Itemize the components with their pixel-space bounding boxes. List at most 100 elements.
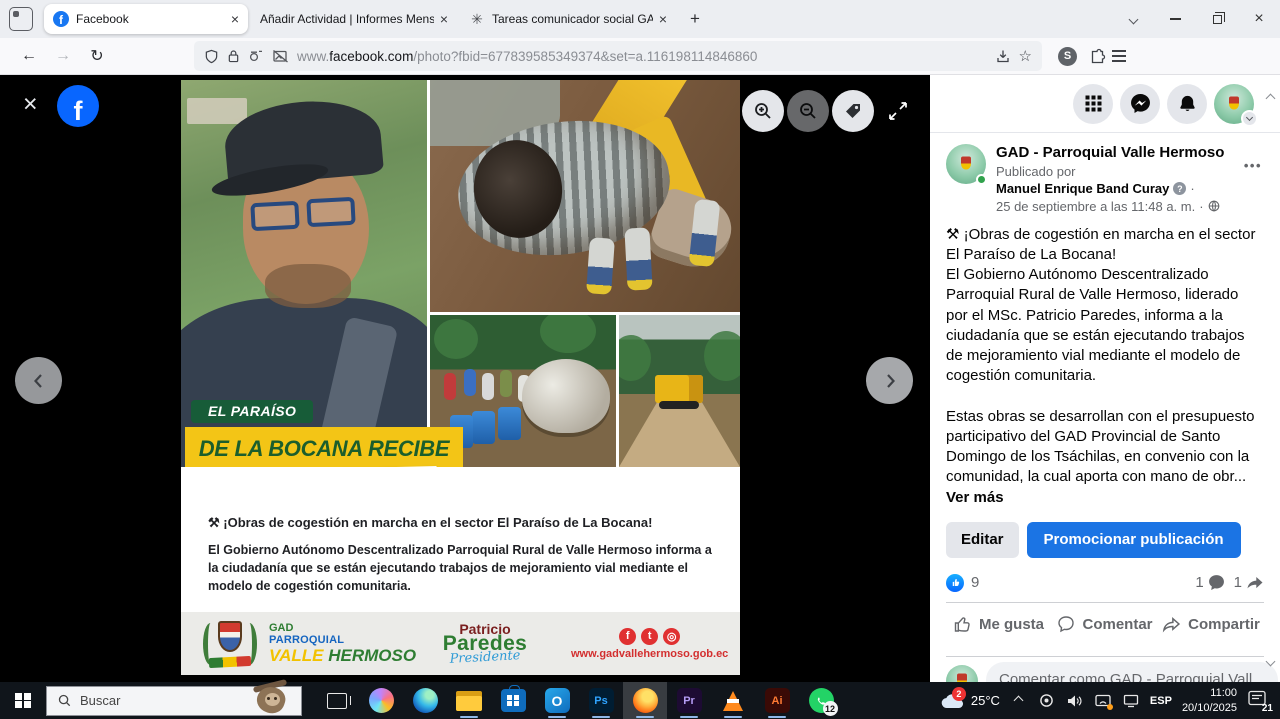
- task-view-button[interactable]: [315, 682, 359, 719]
- scroll-down-icon[interactable]: [1267, 652, 1274, 670]
- gad-crest-logo: [201, 618, 259, 670]
- like-button[interactable]: Me gusta: [946, 615, 1052, 633]
- cast-active-dot: [1107, 704, 1113, 710]
- edge-button[interactable]: [403, 682, 447, 719]
- minimize-button[interactable]: [1154, 0, 1196, 38]
- extensions-puzzle-icon[interactable]: [1089, 48, 1106, 65]
- reload-icon[interactable]: ↻: [80, 41, 114, 71]
- whatsapp-button[interactable]: 12: [799, 682, 843, 719]
- comment-button[interactable]: Comentar: [1052, 615, 1158, 633]
- weather-alert-badge: 2: [952, 687, 966, 701]
- photo-footer: GAD PARROQUIAL VALLE HERMOSO Patricio Pa…: [181, 612, 740, 675]
- tag-photo-button[interactable]: [832, 90, 874, 132]
- close-viewer-icon[interactable]: ×: [23, 92, 38, 117]
- language-indicator[interactable]: ESP: [1150, 695, 1172, 707]
- apps-grid-icon[interactable]: [1073, 84, 1113, 124]
- tab-title: Tareas comunicador social GAD: [492, 12, 653, 26]
- profile-avatar[interactable]: [1214, 84, 1254, 124]
- search-highlight-sloth-image[interactable]: [249, 681, 293, 717]
- tab-close-icon[interactable]: ×: [440, 12, 448, 26]
- cast-icon[interactable]: [1094, 692, 1112, 710]
- url-text: www.facebook.com/photo?fbid=677839585349…: [297, 49, 987, 64]
- speaker-icon[interactable]: [1066, 692, 1084, 710]
- reactions-row: 9 1 1: [946, 574, 1264, 592]
- facebook-logo[interactable]: f: [57, 85, 99, 127]
- chevron-down-icon: [1241, 110, 1258, 127]
- weather-widget[interactable]: 2 25°C: [940, 693, 1000, 709]
- published-by-label: Publicado por: [996, 164, 1224, 179]
- notifications-bell-icon[interactable]: [1167, 84, 1207, 124]
- share-button[interactable]: Compartir: [1158, 616, 1264, 633]
- facebook-icon: f: [619, 628, 636, 645]
- share-count-icon: [1246, 575, 1264, 591]
- outlook-button[interactable]: O: [535, 682, 579, 719]
- copilot-button[interactable]: [359, 682, 403, 719]
- firefox-view-icon[interactable]: [9, 7, 33, 31]
- close-window-button[interactable]: ×: [1238, 0, 1280, 38]
- post-timestamp[interactable]: 25 de septiembre a las 11:48 a. m.: [996, 199, 1195, 214]
- temperature: 25°C: [971, 693, 1000, 708]
- url-field[interactable]: www.facebook.com/photo?fbid=677839585349…: [194, 41, 1042, 71]
- like-count[interactable]: 9: [971, 574, 979, 591]
- bookmark-star-icon[interactable]: ☆: [1019, 47, 1032, 65]
- notification-center-button[interactable]: 21: [1247, 690, 1271, 712]
- new-tab-button[interactable]: +: [680, 4, 710, 34]
- tray-app-icon[interactable]: [1038, 692, 1056, 710]
- back-icon[interactable]: ←: [12, 41, 46, 71]
- president-signature: Patricio Paredes Presidente: [433, 622, 537, 666]
- firefox-button[interactable]: [623, 682, 667, 719]
- edit-button[interactable]: Editar: [946, 522, 1019, 558]
- author-name[interactable]: Manuel Enrique Band Curay: [996, 181, 1169, 196]
- shield-icon[interactable]: [204, 49, 219, 64]
- tray-chevron-up-icon[interactable]: [1010, 692, 1028, 710]
- photo-headline-banner: DE LA BOCANA RECIBE: [185, 427, 463, 470]
- post-header: GAD - Parroquial Valle Hermoso Publicado…: [946, 144, 1264, 214]
- start-button[interactable]: [0, 682, 46, 719]
- tab-close-icon[interactable]: ×: [231, 12, 239, 26]
- page-avatar[interactable]: [946, 144, 986, 184]
- taskbar-search-box[interactable]: Buscar: [46, 686, 302, 716]
- photo-caption-title: ⚒ ¡Obras de cogestión en marcha en el se…: [208, 515, 713, 531]
- post-menu-icon[interactable]: •••: [1244, 158, 1262, 173]
- zoom-in-button[interactable]: [742, 90, 784, 132]
- premiere-button[interactable]: Pr: [667, 682, 711, 719]
- promote-button[interactable]: Promocionar publicación: [1027, 522, 1241, 558]
- permissions-icon[interactable]: [248, 49, 264, 63]
- illustrator-button[interactable]: Ai: [755, 682, 799, 719]
- restore-button[interactable]: [1196, 0, 1238, 38]
- culvert-excavator-image: [430, 80, 740, 312]
- menu-hamburger-icon[interactable]: [1112, 50, 1126, 61]
- images-blocked-icon[interactable]: [272, 49, 289, 63]
- photoshop-button[interactable]: Ps: [579, 682, 623, 719]
- lock-icon[interactable]: [227, 49, 240, 63]
- microsoft-store-button[interactable]: [491, 682, 535, 719]
- like-reaction-icon[interactable]: [946, 574, 964, 592]
- share-count[interactable]: 1: [1234, 574, 1242, 591]
- chatgpt-favicon: ✳: [469, 11, 485, 27]
- save-page-icon[interactable]: [995, 48, 1011, 64]
- messenger-icon[interactable]: [1120, 84, 1160, 124]
- fullscreen-button[interactable]: [877, 90, 919, 132]
- tab-facebook[interactable]: f Facebook ×: [44, 4, 248, 34]
- tab-close-icon[interactable]: ×: [659, 12, 667, 26]
- tab-tareas[interactable]: ✳ Tareas comunicador social GAD ×: [460, 4, 676, 34]
- page-name[interactable]: GAD - Parroquial Valle Hermoso: [996, 144, 1224, 161]
- windows-logo-icon: [15, 693, 31, 709]
- vlc-button[interactable]: [711, 682, 755, 719]
- post-photo[interactable]: EL PARAÍSO DE LA BOCANA RECIBE DOS ALCAN…: [181, 80, 740, 675]
- file-explorer-button[interactable]: [447, 682, 491, 719]
- comment-count[interactable]: 1: [1195, 574, 1203, 591]
- twitter-icon: t: [641, 628, 658, 645]
- clock[interactable]: 11:00 20/10/2025: [1182, 686, 1237, 716]
- tab-informes[interactable]: Añadir Actividad | Informes Mensua ×: [251, 4, 457, 34]
- extension-s-icon[interactable]: S: [1058, 47, 1077, 66]
- next-photo-button[interactable]: [866, 357, 913, 404]
- post-action-bar: Me gusta Comentar Compartir: [946, 603, 1264, 646]
- network-display-icon[interactable]: [1122, 692, 1140, 710]
- photo-location-badge: EL PARAÍSO: [191, 400, 313, 423]
- tab-list-chevron[interactable]: [1112, 0, 1154, 38]
- previous-photo-button[interactable]: [15, 357, 62, 404]
- see-more-link[interactable]: Ver más: [946, 489, 1004, 506]
- time: 11:00: [1182, 686, 1237, 701]
- scroll-up-icon[interactable]: [1267, 89, 1274, 107]
